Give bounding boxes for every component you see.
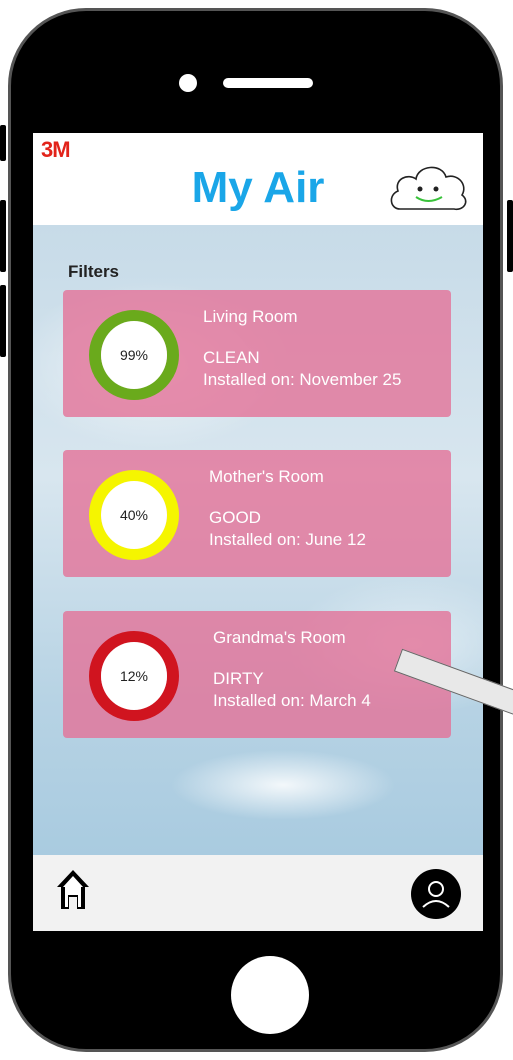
filter-install-date: Installed on: November 25 bbox=[203, 370, 402, 389]
filter-status: CLEAN bbox=[203, 348, 260, 367]
volume-up-button bbox=[0, 200, 6, 272]
brand-logo: 3M bbox=[41, 137, 71, 162]
power-button bbox=[507, 200, 513, 272]
filter-percent: 99% bbox=[101, 321, 167, 389]
filter-status: GOOD bbox=[209, 508, 261, 527]
filter-room-name: Living Room bbox=[203, 307, 298, 326]
front-camera bbox=[179, 74, 197, 92]
phone-home-button[interactable] bbox=[231, 956, 309, 1034]
filter-life-ring: 99% bbox=[89, 310, 179, 400]
filter-status: DIRTY bbox=[213, 669, 264, 688]
filters-panel: Filters 99% Living Room CLEAN Installed … bbox=[33, 225, 483, 855]
mute-switch bbox=[0, 125, 6, 161]
filter-percent: 40% bbox=[101, 481, 167, 549]
filter-room-name: Grandma's Room bbox=[213, 628, 346, 647]
home-icon[interactable] bbox=[55, 867, 91, 911]
volume-down-button bbox=[0, 285, 6, 357]
filter-life-ring: 12% bbox=[89, 631, 179, 721]
profile-icon[interactable] bbox=[411, 869, 461, 919]
app-header: 3M My Air bbox=[33, 133, 483, 225]
filters-heading: Filters bbox=[68, 262, 120, 281]
filter-install-date: Installed on: June 12 bbox=[209, 530, 366, 549]
filter-card-living-room[interactable]: 99% Living Room CLEAN Installed on: Nove… bbox=[63, 290, 451, 417]
filter-install-date: Installed on: March 4 bbox=[213, 691, 371, 710]
filter-card-mothers-room[interactable]: 40% Mother's Room GOOD Installed on: Jun… bbox=[63, 450, 451, 577]
app-screen: 3M My Air Filters 99% Living Room CLEAN … bbox=[33, 133, 483, 931]
filter-life-ring: 40% bbox=[89, 470, 179, 560]
filter-percent: 12% bbox=[101, 642, 167, 710]
earpiece-speaker bbox=[223, 78, 313, 88]
filter-card-grandmas-room[interactable]: 12% Grandma's Room DIRTY Installed on: M… bbox=[63, 611, 451, 738]
smiling-cloud-icon[interactable] bbox=[386, 155, 470, 213]
bottom-nav bbox=[33, 855, 483, 931]
filter-room-name: Mother's Room bbox=[209, 467, 324, 486]
